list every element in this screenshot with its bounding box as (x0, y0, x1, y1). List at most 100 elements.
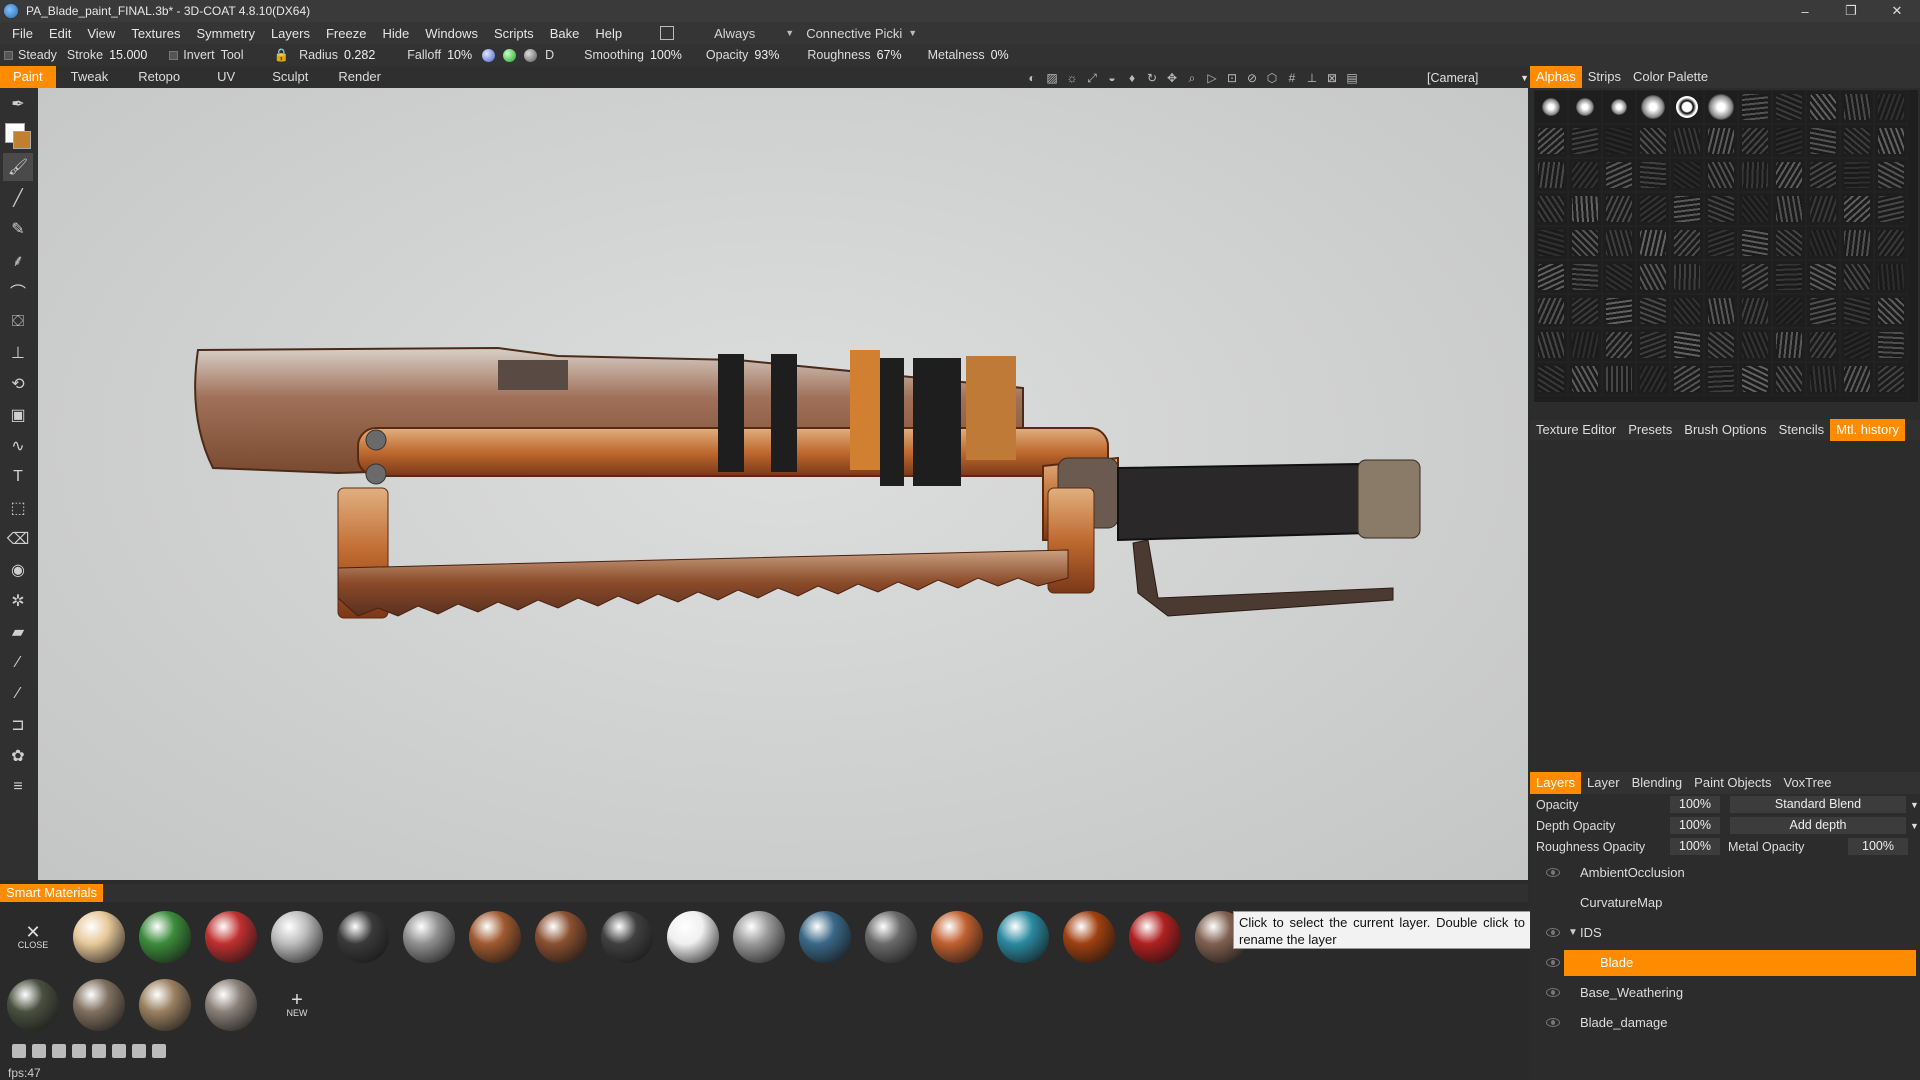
delete-layer-icon[interactable] (32, 1044, 46, 1058)
eye-icon[interactable] (1546, 987, 1560, 997)
text-tool-icon[interactable]: T (3, 463, 33, 491)
alpha-brush[interactable] (1772, 260, 1806, 294)
tab-blending[interactable]: Blending (1626, 772, 1689, 794)
alpha-brush[interactable] (1636, 192, 1670, 226)
alpha-brush[interactable] (1772, 328, 1806, 362)
alpha-brush[interactable] (1874, 90, 1908, 124)
tab-voxtree[interactable]: VoxTree (1778, 772, 1838, 794)
stroke-field[interactable]: Stroke 15.000 (67, 48, 147, 62)
alpha-brush[interactable] (1534, 158, 1568, 192)
material-swatch[interactable] (990, 904, 1056, 970)
stamp-tool-icon[interactable]: ⊥ (3, 339, 33, 367)
brush-tool-icon[interactable]: 🖌 (3, 153, 33, 181)
eye-icon[interactable] (1546, 927, 1560, 937)
axis-icon[interactable]: ⊥ (1305, 71, 1319, 85)
metalness-field[interactable]: Metalness 0% (928, 48, 1009, 62)
shading-icon[interactable]: ◐ (1025, 71, 1039, 85)
opacity-value[interactable]: 100% (1670, 796, 1720, 813)
menu-view[interactable]: View (79, 26, 123, 41)
layer-row[interactable]: Blade_damage (1530, 1007, 1920, 1037)
material-swatch[interactable] (726, 904, 792, 970)
alpha-brush[interactable] (1772, 294, 1806, 328)
tab-strips[interactable]: Strips (1582, 66, 1627, 88)
alpha-brush[interactable] (1874, 158, 1908, 192)
tab-paint-objects[interactable]: Paint Objects (1688, 772, 1777, 794)
alpha-brush[interactable] (1636, 328, 1670, 362)
alpha-brush[interactable] (1670, 158, 1704, 192)
tab-layer[interactable]: Layer (1581, 772, 1626, 794)
alpha-brush[interactable] (1602, 192, 1636, 226)
eye-icon[interactable] (1546, 957, 1560, 967)
alpha-brush[interactable] (1636, 260, 1670, 294)
alpha-brush[interactable] (1670, 226, 1704, 260)
menu-edit[interactable]: Edit (41, 26, 79, 41)
smudge-tool-icon[interactable]: ⸙ (3, 246, 33, 274)
menu-freeze[interactable]: Freeze (318, 26, 374, 41)
steady-toggle[interactable]: Steady (4, 48, 57, 62)
alpha-brush[interactable] (1840, 260, 1874, 294)
alpha-brush[interactable] (1738, 124, 1772, 158)
alpha-brush[interactable] (1568, 90, 1602, 124)
gloss-sphere-icon[interactable] (524, 48, 538, 62)
alpha-brush[interactable] (1738, 260, 1772, 294)
tab-mtl-history[interactable]: Mtl. history (1830, 419, 1906, 441)
merge-layer-icon[interactable] (72, 1044, 86, 1058)
alpha-brush[interactable] (1602, 328, 1636, 362)
color-sphere-icon[interactable] (503, 48, 517, 62)
invert-tool-toggle[interactable]: Invert Tool (169, 48, 244, 62)
alpha-brush[interactable] (1704, 260, 1738, 294)
alpha-brush[interactable] (1704, 294, 1738, 328)
close-button[interactable]: ✕ CLOSE (0, 904, 66, 970)
play-icon[interactable]: ▷ (1205, 71, 1219, 85)
alpha-brush[interactable] (1602, 294, 1636, 328)
alpha-brush[interactable] (1602, 226, 1636, 260)
move-down-icon[interactable] (112, 1044, 126, 1058)
ruler-tool-icon[interactable]: ▰ (3, 618, 33, 646)
alpha-brush[interactable] (1738, 90, 1772, 124)
light-icon[interactable]: ☼ (1065, 71, 1079, 85)
material-swatch[interactable] (462, 904, 528, 970)
roughness-opacity-value[interactable]: 100% (1670, 838, 1720, 855)
alpha-brush[interactable] (1568, 124, 1602, 158)
alpha-brush[interactable] (1840, 158, 1874, 192)
roughness-field[interactable]: Roughness 67% (807, 48, 901, 62)
drop-icon[interactable]: ♦ (1125, 71, 1139, 85)
tab-layers[interactable]: Layers (1530, 772, 1582, 794)
alpha-brush[interactable] (1534, 124, 1568, 158)
material-swatch[interactable] (594, 904, 660, 970)
alpha-brush[interactable] (1806, 226, 1840, 260)
alpha-brush[interactable] (1738, 328, 1772, 362)
alpha-brush[interactable] (1704, 328, 1738, 362)
metal-opacity-value[interactable]: 100% (1848, 838, 1908, 855)
material-swatch[interactable] (924, 904, 990, 970)
folder-icon[interactable] (152, 1044, 166, 1058)
layer-row[interactable]: Base_Weathering (1530, 977, 1920, 1007)
alpha-brush[interactable] (1738, 362, 1772, 396)
picker-tool-icon[interactable]: ⁄ (3, 649, 33, 677)
minimize-button[interactable]: – (1782, 0, 1828, 22)
material-swatch[interactable] (198, 972, 264, 1038)
material-swatch[interactable] (198, 904, 264, 970)
blend-mode-dropdown[interactable]: Standard Blend (1730, 796, 1906, 813)
tab-texture-editor[interactable]: Texture Editor (1530, 419, 1622, 441)
layer-row[interactable]: ▼ IDS (1530, 917, 1920, 947)
material-swatch[interactable] (528, 904, 594, 970)
connective-dropdown[interactable]: Connective Picki ▼ (806, 26, 917, 41)
alpha-brush[interactable] (1772, 158, 1806, 192)
room-tab-paint[interactable]: Paint (0, 66, 56, 88)
menu-layers[interactable]: Layers (263, 26, 318, 41)
alpha-brush[interactable] (1772, 362, 1806, 396)
pick-tool-icon[interactable]: ✒ (3, 90, 33, 118)
alpha-brush[interactable] (1636, 158, 1670, 192)
alpha-brush[interactable] (1874, 226, 1908, 260)
alpha-brush[interactable] (1636, 124, 1670, 158)
room-tab-retopo[interactable]: Retopo (123, 66, 195, 88)
material-swatch[interactable] (330, 904, 396, 970)
alpha-brush[interactable] (1602, 158, 1636, 192)
material-swatch[interactable] (0, 972, 66, 1038)
alpha-brush[interactable] (1602, 124, 1636, 158)
menu-help[interactable]: Help (587, 26, 630, 41)
alpha-brush[interactable] (1636, 294, 1670, 328)
alpha-brush[interactable] (1534, 90, 1568, 124)
alpha-brush[interactable] (1874, 124, 1908, 158)
